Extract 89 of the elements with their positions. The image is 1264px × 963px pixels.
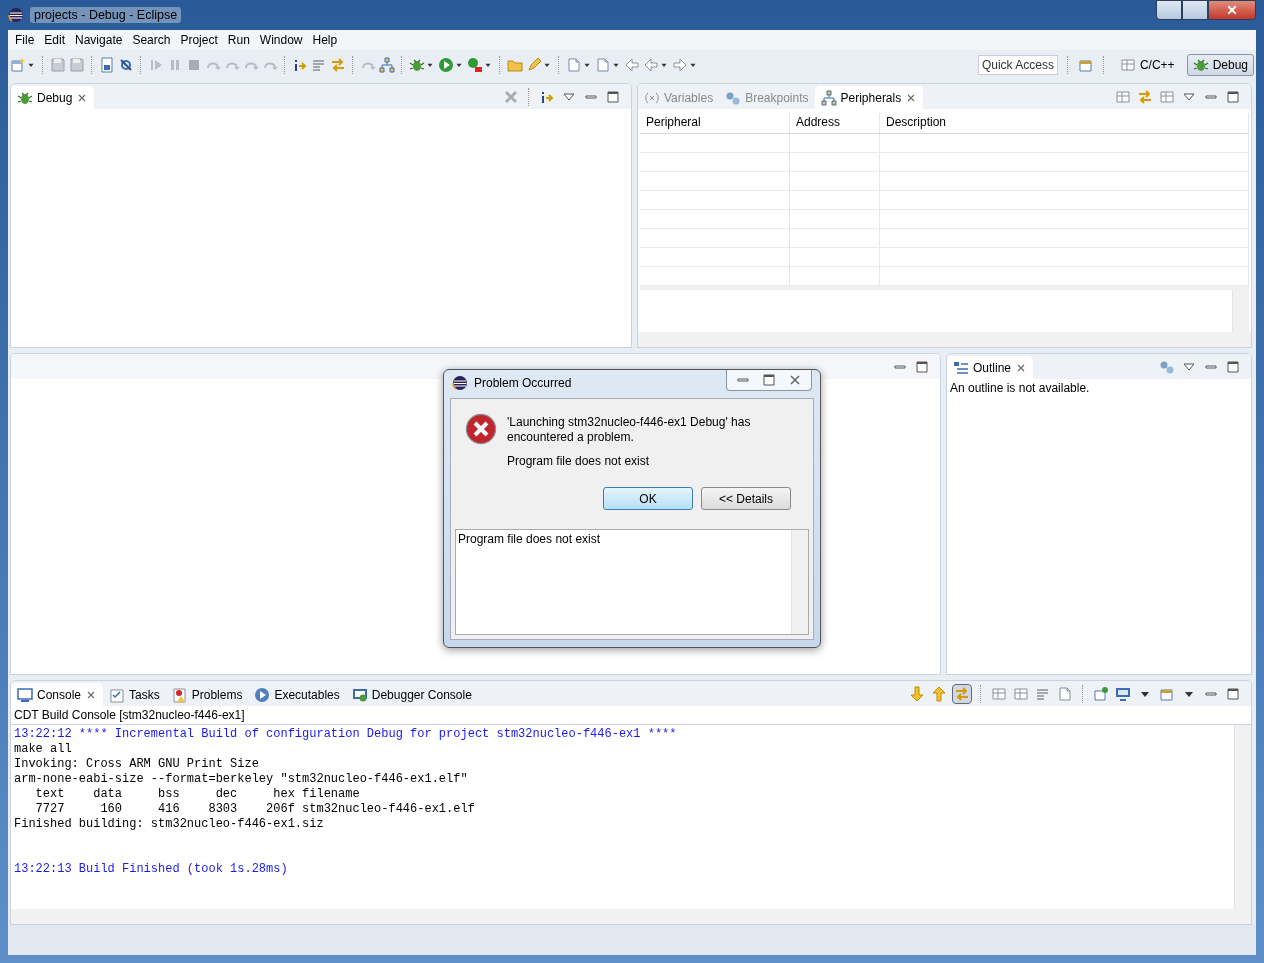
perspective-button[interactable]: Debug [1186,54,1254,76]
minimize-button[interactable] [1156,0,1182,20]
outline-message: An outline is not available. [949,380,1091,397]
dialog-title: Problem Occurred [474,376,572,390]
folder-icon[interactable] [507,57,523,73]
menu-item[interactable]: Project [175,33,223,47]
window-title: projects - Debug - Eclipse [30,7,182,23]
console-line: make all [14,742,72,757]
menu-item[interactable]: Run [222,33,255,47]
monitor-icon[interactable] [1115,685,1131,702]
disc-icon [254,686,271,703]
view-tab[interactable]: Debug [11,86,95,109]
console-line: arm-none-eabi-size --format=berkeley "stm32nucleo-f446-ex1.elf" [14,772,468,787]
stop-icon[interactable] [186,57,202,73]
maximize-button[interactable] [1182,0,1208,20]
outline-icon [953,359,969,376]
column-header[interactable]: Description [880,113,1249,133]
bug-icon [1192,57,1209,73]
table-icon[interactable] [1115,88,1131,105]
bug-monitor-icon [351,686,368,703]
maximize-icon[interactable] [1225,88,1241,105]
menu-item[interactable]: Edit [39,33,71,47]
play-icon[interactable] [148,57,164,73]
menu-item[interactable]: Search [127,33,176,47]
view-tab[interactable]: Executables [248,683,346,706]
maximize-icon[interactable] [605,88,621,105]
down-arrow-icon[interactable] [909,685,925,702]
console-title: CDT Build Console [stm32nucleo-f446-ex1] [11,706,1251,725]
console-line: Invoking: Cross ARM GNU Print Size [14,757,259,772]
quick-access-field[interactable]: Quick Access [977,55,1058,75]
table-icon [1119,57,1136,73]
menu-item[interactable]: File [10,33,40,47]
clipboard-icon [109,686,126,703]
tree-icon[interactable] [379,57,395,73]
close-icon [1226,4,1238,16]
pin-icon[interactable] [1093,685,1109,702]
view-tab[interactable]: Tasks [103,683,166,706]
details-button[interactable]: << Details [701,487,791,510]
table-icon[interactable] [1013,685,1029,702]
maximize-icon[interactable] [1225,358,1241,375]
remove-icon[interactable] [503,88,519,105]
view-tab[interactable]: Peripherals [814,86,924,109]
column-header[interactable]: Address [790,113,880,133]
play-circle-icon[interactable] [438,57,454,73]
table-icon[interactable] [1159,88,1175,105]
view-tab[interactable]: Console [11,683,104,706]
close-button[interactable] [1208,0,1256,20]
document-icon[interactable] [1057,685,1073,702]
console-line: 13:22:12 **** Incremental Build of configuration Debug for project stm32nucleo-f446-ex1 **** [14,727,677,742]
console-icon [17,686,33,703]
error-reason: Program file does not exist [507,454,651,469]
horizontal-scrollbar[interactable] [638,332,1251,347]
console-line: 7727 160 416 8303 206f stm32nucleo-f446-ex1.elf [34,802,475,817]
vertical-scrollbar[interactable] [1234,725,1251,909]
eclipse-logo-icon [452,375,468,391]
up-arrow-icon[interactable] [931,685,947,702]
instruction-arrow-icon[interactable] [292,57,308,73]
bug-icon[interactable] [409,57,425,73]
menu-item[interactable]: Help [307,33,343,47]
maximize-icon[interactable] [1225,685,1241,702]
maximize-icon[interactable] [914,358,930,375]
details-field[interactable]: Program file does not exist [455,529,809,635]
eclipse-logo-icon [8,7,24,23]
column-header[interactable]: Peripheral [640,113,790,133]
error-icon [465,413,497,445]
run-tool-icon[interactable] [467,57,483,73]
swap-arrows-icon[interactable] [953,684,971,703]
menu-item[interactable]: Navigate [70,33,128,47]
vertical-scrollbar[interactable] [791,530,808,634]
console-line: 13:22:13 Build Finished (took 1s.28ms) [14,862,288,877]
swap-arrows-icon[interactable] [330,57,346,73]
slashed-circle-icon[interactable] [118,57,134,73]
table-icon[interactable] [991,685,1007,702]
view-tab[interactable]: Problems [165,683,249,706]
perspective-button[interactable]: C/C++ [1113,54,1181,76]
problems-icon [171,686,188,703]
view-tab[interactable]: Outline [947,356,1034,379]
window-plus-icon[interactable] [1077,57,1094,73]
console-line: text data bss dec hex filename [34,787,360,802]
swap-arrows-icon[interactable] [1137,88,1153,105]
maximize-icon[interactable] [761,372,777,388]
binary-document-icon[interactable] [99,57,115,73]
menu-item[interactable]: Window [254,33,308,47]
view-tab[interactable]: Debugger Console [345,683,478,706]
horizontal-scrollbar[interactable] [11,909,1251,924]
tree-icon [820,89,837,106]
ok-button[interactable]: OK [603,487,693,510]
error-message: 'Launching stm32nucleo-f446-ex1 Debug' has encountered a problem. [507,415,752,445]
console-line: Finished building: stm32nucleo-f446-ex1.siz [14,817,324,832]
